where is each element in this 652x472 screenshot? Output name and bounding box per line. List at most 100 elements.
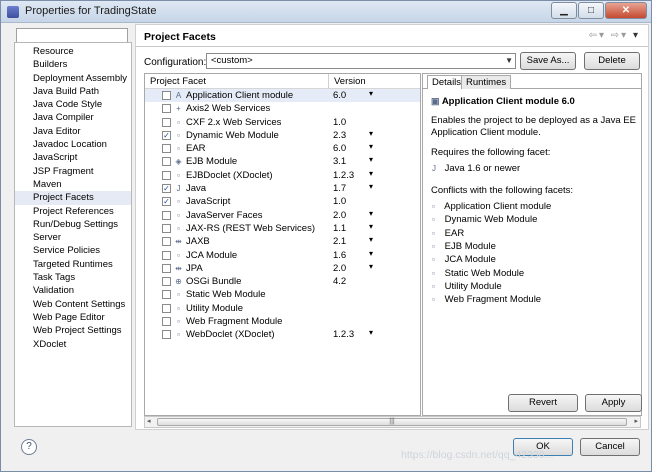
facet-row[interactable]: ▫ WebDoclet (XDoclet) 1.2.3 ▾ [145,328,420,341]
version-dropdown-icon[interactable]: ▾ [369,328,373,337]
back-dropdown-icon[interactable]: ▾ [599,30,606,41]
facet-version[interactable]: 1.2.3 [333,170,354,181]
facet-row[interactable]: ▫ Static Web Module [145,288,420,301]
facet-row[interactable]: ⊕ OSGi Bundle 4.2 [145,275,420,288]
sidebar-item-project-references[interactable]: Project References [15,205,131,218]
facet-checkbox[interactable] [162,263,171,273]
facet-checkbox[interactable] [162,91,171,100]
save-as-button[interactable]: Save As... [520,52,576,70]
sidebar-item-resource[interactable]: Resource [15,45,131,58]
version-dropdown-icon[interactable]: ▾ [369,222,373,231]
facet-checkbox[interactable]: ✓ [162,184,171,194]
facet-version[interactable]: 1.6 [333,250,346,261]
nav-filter-input[interactable] [16,28,128,43]
sidebar-item-run-debug-settings[interactable]: Run/Debug Settings [15,218,131,231]
facet-version[interactable]: 2.3 [333,130,346,141]
col-project-facet[interactable]: Project Facet [150,76,206,87]
facet-row[interactable]: + Axis2 Web Services [145,102,420,115]
facet-version[interactable]: 4.2 [333,276,346,287]
sidebar-item-maven[interactable]: Maven [15,178,131,191]
sidebar-item-java-editor[interactable]: Java Editor [15,125,131,138]
maximize-button[interactable]: □ [578,2,604,19]
facet-checkbox[interactable] [162,157,171,167]
tab-runtimes[interactable]: Runtimes [461,75,512,89]
sidebar-item-targeted-runtimes[interactable]: Targeted Runtimes [15,258,131,271]
sidebar-item-javadoc-location[interactable]: Javadoc Location [15,138,131,151]
sidebar-item-web-page-editor[interactable]: Web Page Editor [15,311,131,324]
facet-row[interactable]: ▫ CXF 2.x Web Services 1.0 [145,116,420,129]
facet-checkbox[interactable] [162,144,171,154]
facet-version[interactable]: 1.1 [333,223,346,234]
sidebar-item-jsp-fragment[interactable]: JSP Fragment [15,165,131,178]
facet-row[interactable]: ▫ JavaServer Faces 2.0 ▾ [145,209,420,222]
sidebar-item-builders[interactable]: Builders [15,58,131,71]
close-button[interactable]: ✕ [605,2,647,19]
cancel-button[interactable]: Cancel [580,438,640,456]
sidebar-item-xdoclet[interactable]: XDoclet [15,338,131,351]
facet-version[interactable]: 1.0 [333,196,346,207]
version-dropdown-icon[interactable]: ▾ [369,262,373,271]
facet-checkbox[interactable] [162,303,171,313]
facet-row[interactable]: ▫ EJBDoclet (XDoclet) 1.2.3 ▾ [145,169,420,182]
sidebar-item-server[interactable]: Server [15,231,131,244]
sidebar-item-project-facets[interactable]: Project Facets [15,191,131,205]
facet-checkbox[interactable] [162,277,171,287]
minimize-button[interactable]: ▁ [551,2,577,19]
version-dropdown-icon[interactable]: ▾ [369,89,373,98]
version-dropdown-icon[interactable]: ▾ [369,249,373,258]
version-dropdown-icon[interactable]: ▾ [369,155,373,164]
facet-row[interactable]: ◈ EJB Module 3.1 ▾ [145,155,420,168]
delete-button[interactable]: Delete [584,52,640,70]
facet-checkbox[interactable] [162,210,171,220]
facet-version[interactable]: 6.0 [333,90,346,101]
history-nav[interactable]: ⇦▾ ⇨▾ ▾ [589,30,640,41]
facet-version[interactable]: 1.7 [333,183,346,194]
sidebar-item-deployment-assembly[interactable]: Deployment Assembly [15,72,131,85]
version-dropdown-icon[interactable]: ▾ [369,182,373,191]
sidebar-item-validation[interactable]: Validation [15,284,131,297]
version-dropdown-icon[interactable]: ▾ [369,129,373,138]
facet-checkbox[interactable] [162,104,171,114]
facet-version[interactable]: 3.1 [333,156,346,167]
sidebar-item-web-project-settings[interactable]: Web Project Settings [15,324,131,337]
facet-checkbox[interactable] [162,170,171,180]
facet-row[interactable]: ▫ EAR 6.0 ▾ [145,142,420,155]
forward-arrow-icon[interactable]: ⇨ [611,30,621,41]
facet-row[interactable]: ▫ JCA Module 1.6 ▾ [145,249,420,262]
facet-checkbox[interactable] [162,317,171,327]
facet-version[interactable]: 2.1 [333,236,346,247]
sidebar-item-java-build-path[interactable]: Java Build Path [15,85,131,98]
sidebar-item-web-content-settings[interactable]: Web Content Settings [15,298,131,311]
facet-version[interactable]: 1.2.3 [333,329,354,340]
horizontal-scrollbar[interactable]: ◂ ||| ▸ [144,416,641,428]
version-dropdown-icon[interactable]: ▾ [369,209,373,218]
version-dropdown-icon[interactable]: ▾ [369,142,373,151]
back-arrow-icon[interactable]: ⇦ [589,30,599,41]
facet-row[interactable]: ✓ ▫ JavaScript 1.0 [145,195,420,208]
help-icon[interactable]: ? [21,439,37,455]
sidebar-item-service-policies[interactable]: Service Policies [15,244,131,257]
scroll-left-icon[interactable]: ◂ [147,417,151,425]
col-version[interactable]: Version [334,76,366,87]
version-dropdown-icon[interactable]: ▾ [369,235,373,244]
facet-row[interactable]: A Application Client module 6.0 ▾ [145,89,420,103]
view-menu-icon[interactable]: ▾ [633,30,640,41]
facet-row[interactable]: ▫ JAX-RS (REST Web Services) 1.1 ▾ [145,222,420,235]
facet-checkbox[interactable] [162,237,171,247]
revert-button[interactable]: Revert [508,394,578,412]
facet-checkbox[interactable] [162,330,171,340]
facet-row[interactable]: ▫ Web Fragment Module [145,315,420,328]
facet-row[interactable]: ✓ ▫ Dynamic Web Module 2.3 ▾ [145,129,420,142]
sidebar-item-java-code-style[interactable]: Java Code Style [15,98,131,111]
scroll-thumb[interactable]: ||| [157,418,627,426]
facet-row[interactable]: ▫ Utility Module [145,302,420,315]
facet-version[interactable]: 1.0 [333,117,346,128]
facet-version[interactable]: 6.0 [333,143,346,154]
version-dropdown-icon[interactable]: ▾ [369,169,373,178]
facet-checkbox[interactable] [162,223,171,233]
facet-row[interactable]: ⇹ JPA 2.0 ▾ [145,262,420,275]
facet-row[interactable]: ⇹ JAXB 2.1 ▾ [145,235,420,248]
facet-checkbox[interactable] [162,290,171,300]
facet-checkbox[interactable] [162,117,171,127]
apply-button[interactable]: Apply [585,394,642,412]
